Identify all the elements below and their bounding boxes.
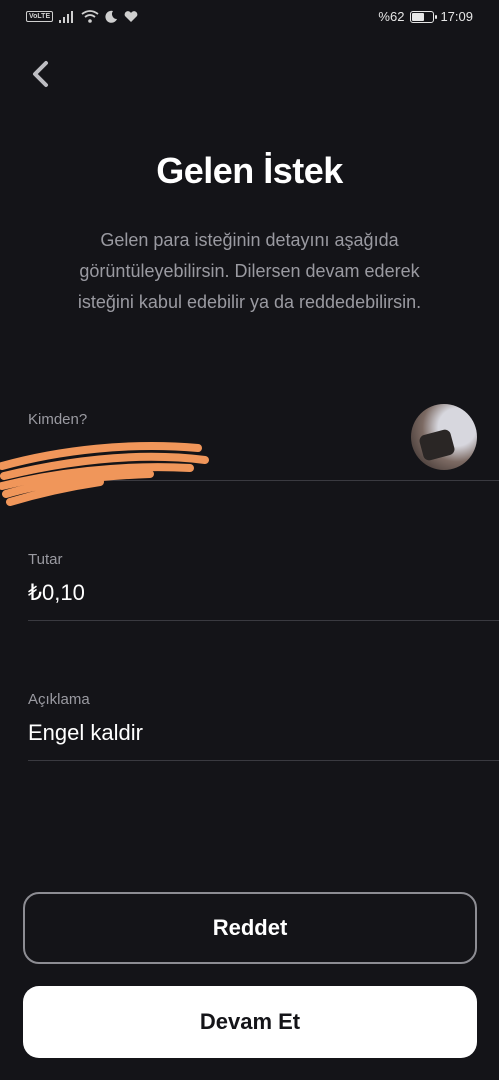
heart-icon [124, 10, 138, 22]
battery-icon [410, 10, 438, 23]
moon-icon [105, 10, 118, 23]
note-field[interactable]: Açıklama Engel kaldir [28, 691, 499, 761]
note-underline [28, 760, 499, 761]
status-bar: VoLTE %62 17:09 [0, 0, 499, 36]
note-value: Engel kaldir [28, 720, 143, 745]
amount-value: ₺0,10 [28, 580, 85, 605]
clock: 17:09 [440, 9, 473, 24]
sender-avatar [411, 404, 477, 470]
status-right: %62 17:09 [378, 9, 473, 24]
chevron-left-icon [33, 61, 48, 87]
battery-percent: %62 [378, 9, 405, 24]
volte-badge: VoLTE [26, 11, 54, 22]
reject-button[interactable]: Reddet [23, 892, 477, 964]
wifi-icon [81, 10, 99, 23]
redaction-scribble [0, 442, 209, 506]
amount-label: Tutar [28, 551, 63, 568]
amount-underline [28, 620, 499, 621]
amount-field[interactable]: Tutar ₺0,10 [28, 551, 499, 621]
page-description: Gelen para isteğinin detayını aşağıda gö… [77, 230, 422, 312]
page-title: Gelen İstek [156, 150, 343, 191]
signal-icon [59, 10, 74, 23]
note-label: Açıklama [28, 691, 90, 708]
back-button[interactable] [24, 56, 56, 92]
battery-fill [412, 12, 425, 21]
screen: VoLTE %62 17:09 Gelen İstek Gelen para i… [0, 0, 499, 1080]
continue-button[interactable]: Devam Et [23, 986, 477, 1058]
status-left: VoLTE [26, 10, 138, 23]
